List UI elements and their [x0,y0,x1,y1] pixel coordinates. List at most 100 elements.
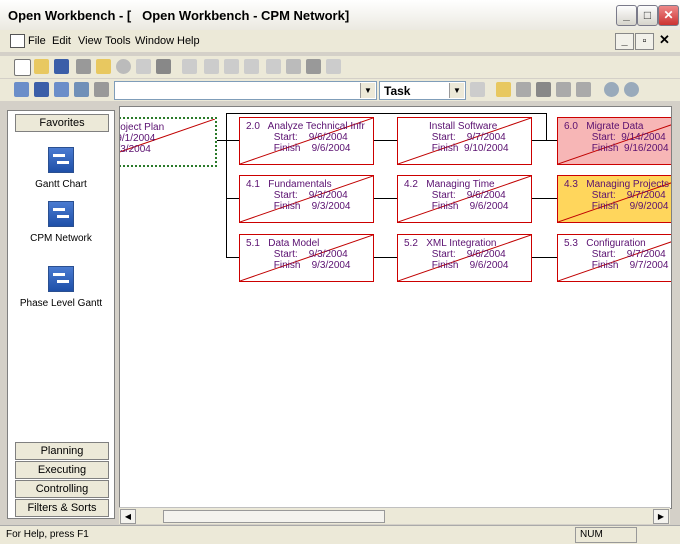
task-node[interactable]: eate Project Plantart: 9/1/2004ish 9/3/2… [120,117,217,167]
find-icon[interactable] [116,59,131,74]
connector-line [226,198,239,199]
sidebar-item-phase-level-gantt[interactable]: Phase Level Gantt [8,266,114,309]
task-node-line: Start: 9/14/2004 [564,132,666,143]
status-bar: For Help, press F1 NUM [0,525,680,544]
link-icon[interactable] [266,59,281,74]
save-icon[interactable] [54,59,69,74]
connector-line [531,140,557,141]
binoculars-icon[interactable] [306,59,321,74]
horizontal-scrollbar[interactable]: ◀ ▶ [119,507,670,524]
mdi-close-button[interactable]: ✕ [656,33,673,48]
zoom-out-icon[interactable] [624,82,639,97]
connector-line [226,113,227,257]
menu-window[interactable]: Window [135,35,174,47]
view-select-arrow-icon[interactable]: ▼ [360,83,375,98]
task-node[interactable]: 4.1 Fundamentals Start: 9/3/2004 Finish … [239,175,374,223]
outdent-icon[interactable] [536,82,551,97]
paste-icon[interactable] [224,59,239,74]
critical-path-icon[interactable] [576,82,591,97]
task-node-line: 4.2 Managing Time [404,179,495,190]
delete-icon[interactable] [286,59,301,74]
task-node[interactable]: 6.0 Migrate Data Start: 9/14/2004 Finish… [557,117,671,165]
replace-icon[interactable] [326,59,341,74]
cut-icon[interactable] [182,59,197,74]
copy-icon[interactable] [204,59,219,74]
object-select-value: Task [384,84,411,98]
task-node-line: 5.1 Data Model [246,238,320,249]
folder-icon[interactable] [96,59,111,74]
mdi-minimize-button[interactable]: _ [615,33,634,50]
task-node-line: 4.3 Managing Projects [564,179,670,190]
minimize-button[interactable]: _ [616,5,637,26]
gantt-view-icon[interactable] [14,82,29,97]
sidebar-item-label: Gantt Chart [35,179,87,190]
task-node[interactable]: 5.3 Configuration Start: 9/7/2004 Finish… [557,234,671,282]
task-node-line: Finish 9/10/2004 [404,143,509,154]
task-node[interactable]: Install Software Start: 9/7/2004 Finish … [397,117,532,165]
task-node-line: Start: 9/6/2004 [246,132,348,143]
new-icon[interactable] [14,59,31,76]
resource-icon[interactable] [94,82,109,97]
scroll-left-icon[interactable]: ◀ [120,509,136,524]
task-node-line: Start: 9/3/2004 [246,249,348,260]
num-lock-indicator: NUM [575,527,637,543]
menu-file[interactable]: File [28,35,46,47]
task-node-line: Finish 9/9/2004 [564,201,669,212]
connector-line [373,257,397,258]
task-node-line: 6.0 Migrate Data [564,121,644,132]
task-node[interactable]: 4.3 Managing Projects Start: 9/7/2004 Fi… [557,175,671,223]
maximize-button[interactable]: □ [637,5,658,26]
task-node-line: eate Project Plan [120,122,165,133]
connector-line [373,198,397,199]
object-select-arrow-icon[interactable]: ▼ [449,83,464,98]
schedule-icon[interactable] [556,82,571,97]
task-node[interactable]: 5.1 Data Model Start: 9/3/2004 Finish 9/… [239,234,374,282]
task-node-line: Start: 9/6/2004 [404,249,506,260]
list-icon[interactable] [156,59,171,74]
menu-view[interactable]: View [78,35,102,47]
close-button[interactable]: ✕ [658,5,679,26]
sidebar-item-gantt-chart[interactable]: Gantt Chart [8,147,114,190]
task-node-line: 2.0 Analyze Technical Infr [246,121,365,132]
planning-section[interactable]: Planning [15,442,109,460]
favorites-header[interactable]: Favorites [15,114,109,132]
task-node-line: ish 9/3/2004 [120,144,151,155]
network-view-icon[interactable] [34,82,49,97]
print-icon[interactable] [76,59,91,74]
undo-icon[interactable] [244,59,259,74]
document-icon[interactable] [10,34,25,48]
task-node[interactable]: 2.0 Analyze Technical Infr Start: 9/6/20… [239,117,374,165]
task-node-line: Start: 9/7/2004 [564,249,666,260]
scroll-thumb[interactable] [163,510,385,523]
indent-icon[interactable] [516,82,531,97]
view-select[interactable]: ▼ [114,81,377,100]
task-node[interactable]: 4.2 Managing Time Start: 9/6/2004 Finish… [397,175,532,223]
object-select[interactable]: Task ▼ [379,81,466,100]
menu-help[interactable]: Help [177,35,200,47]
task-node-line: Finish 9/3/2004 [246,201,351,212]
new-task-icon[interactable] [496,82,511,97]
task-node-line: 5.3 Configuration [564,238,646,249]
mdi-restore-button[interactable]: ▫ [635,33,654,50]
zoom-in-icon[interactable] [604,82,619,97]
standard-toolbar [0,56,680,78]
controlling-section[interactable]: Controlling [15,480,109,498]
open-icon[interactable] [34,59,49,74]
filters-sorts-section[interactable]: Filters & Sorts [15,499,109,517]
phase-view-icon[interactable] [54,82,69,97]
sidebar-item-cpm-network[interactable]: CPM Network [8,201,114,244]
properties-icon[interactable] [470,82,485,97]
task-node-line: 4.1 Fundamentals [246,179,332,190]
task-node-line: Start: 9/3/2004 [246,190,348,201]
menu-tools[interactable]: Tools [105,35,131,47]
home-icon[interactable] [74,82,89,97]
executing-section[interactable]: Executing [15,461,109,479]
connector-line [531,257,557,258]
menu-edit[interactable]: Edit [52,35,71,47]
task-node[interactable]: 5.2 XML Integration Start: 9/6/2004 Fini… [397,234,532,282]
sidebar-item-label: CPM Network [30,233,92,244]
cpm-network-canvas[interactable]: eate Project Plantart: 9/1/2004ish 9/3/2… [119,106,672,509]
scroll-right-icon[interactable]: ▶ [653,509,669,524]
cpm-network-icon [48,201,74,227]
preview-icon[interactable] [136,59,151,74]
